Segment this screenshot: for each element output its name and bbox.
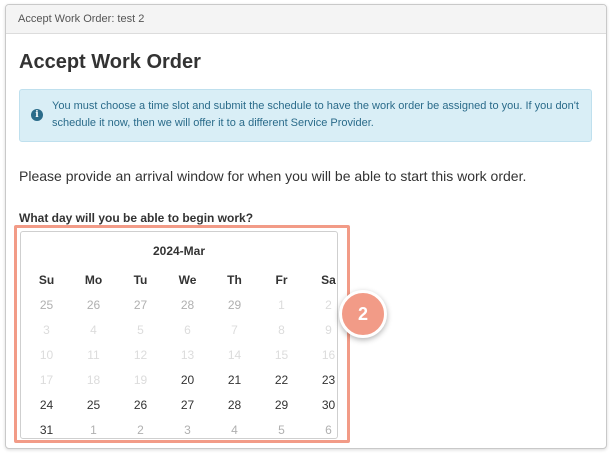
calendar-day-disabled: 17 <box>39 373 54 387</box>
accept-work-order-window: Accept Work Order: test 2 Accept Work Or… <box>5 4 607 449</box>
calendar-day-disabled: 6 <box>325 423 332 437</box>
arrival-window-instruction: Please provide an arrival window for whe… <box>19 168 527 184</box>
calendar-day-available[interactable]: 28 <box>211 393 258 418</box>
calendar-day-disabled: 2 <box>137 423 144 437</box>
calendar-month-label: 2024-Mar <box>152 244 206 258</box>
step-number-badge: 2 <box>339 290 387 338</box>
window-title: Accept Work Order: test 2 <box>6 5 606 34</box>
calendar-grid: Su Mo Tu We Th Fr Sa 25 26 27 28 29 1 2 3 4 5 6 7 8 9 10 11 12 1… <box>23 268 347 443</box>
calendar-day-disabled: 5 <box>278 423 285 437</box>
calendar-day-disabled: 18 <box>86 373 101 387</box>
calendar-day-disabled: 26 <box>86 298 101 312</box>
calendar-day-available[interactable]: 31 <box>23 418 70 443</box>
info-icon: i <box>31 109 43 121</box>
calendar-day-disabled: 8 <box>278 323 285 337</box>
calendar-day-disabled: 11 <box>87 348 100 362</box>
calendar-day-disabled: 28 <box>180 298 195 312</box>
calendar-day-disabled: 1 <box>90 423 97 437</box>
calendar-day-disabled: 7 <box>231 323 238 337</box>
calendar-day-disabled: 19 <box>133 373 148 387</box>
info-alert-text: You must choose a time slot and submit t… <box>52 100 579 129</box>
calendar-day-available[interactable]: 23 <box>305 368 352 393</box>
weekday-header: Sa <box>321 273 336 287</box>
calendar-day-disabled: 16 <box>321 348 336 362</box>
calendar-day-disabled: 5 <box>137 323 144 337</box>
weekday-header: Fr <box>275 273 288 287</box>
calendar-day-available[interactable]: 27 <box>164 393 211 418</box>
calendar-day-disabled: 25 <box>39 298 54 312</box>
calendar-day-disabled: 4 <box>90 323 97 337</box>
calendar-day-available[interactable]: 25 <box>70 393 117 418</box>
calendar-day-disabled: 6 <box>184 323 191 337</box>
calendar-day-disabled: 12 <box>133 348 148 362</box>
calendar-day-disabled: 14 <box>227 348 242 362</box>
calendar-day-available[interactable]: 29 <box>258 393 305 418</box>
start-day-question: What day will you be able to begin work? <box>19 211 254 225</box>
calendar-day-disabled: 3 <box>184 423 191 437</box>
weekday-header: Tu <box>133 273 148 287</box>
weekday-header: Th <box>227 273 242 287</box>
calendar-day-available[interactable]: 26 <box>117 393 164 418</box>
calendar-day-disabled: 3 <box>43 323 50 337</box>
calendar-day-disabled: 27 <box>133 298 148 312</box>
page-title: Accept Work Order <box>19 51 201 73</box>
calendar-day-disabled: 10 <box>39 348 54 362</box>
calendar-day-disabled: 1 <box>278 298 285 312</box>
calendar-day-available[interactable]: 21 <box>211 368 258 393</box>
weekday-header: Mo <box>84 273 103 287</box>
calendar-day-available[interactable]: 30 <box>305 393 352 418</box>
calendar-day-disabled: 29 <box>227 298 242 312</box>
weekday-header: Su <box>38 273 55 287</box>
info-alert: i You must choose a time slot and submit… <box>19 89 592 142</box>
calendar-day-disabled: 15 <box>274 348 289 362</box>
date-picker-calendar: 2024-Mar Su Mo Tu We Th Fr Sa 25 26 27 28 29 1 2 3 4 5 6 7… <box>20 231 338 439</box>
calendar-day-available[interactable]: 24 <box>23 393 70 418</box>
calendar-day-disabled: 13 <box>180 348 195 362</box>
calendar-day-available[interactable]: 20 <box>164 368 211 393</box>
calendar-day-disabled: 4 <box>231 423 238 437</box>
weekday-header: We <box>178 273 197 287</box>
calendar-day-available[interactable]: 22 <box>258 368 305 393</box>
